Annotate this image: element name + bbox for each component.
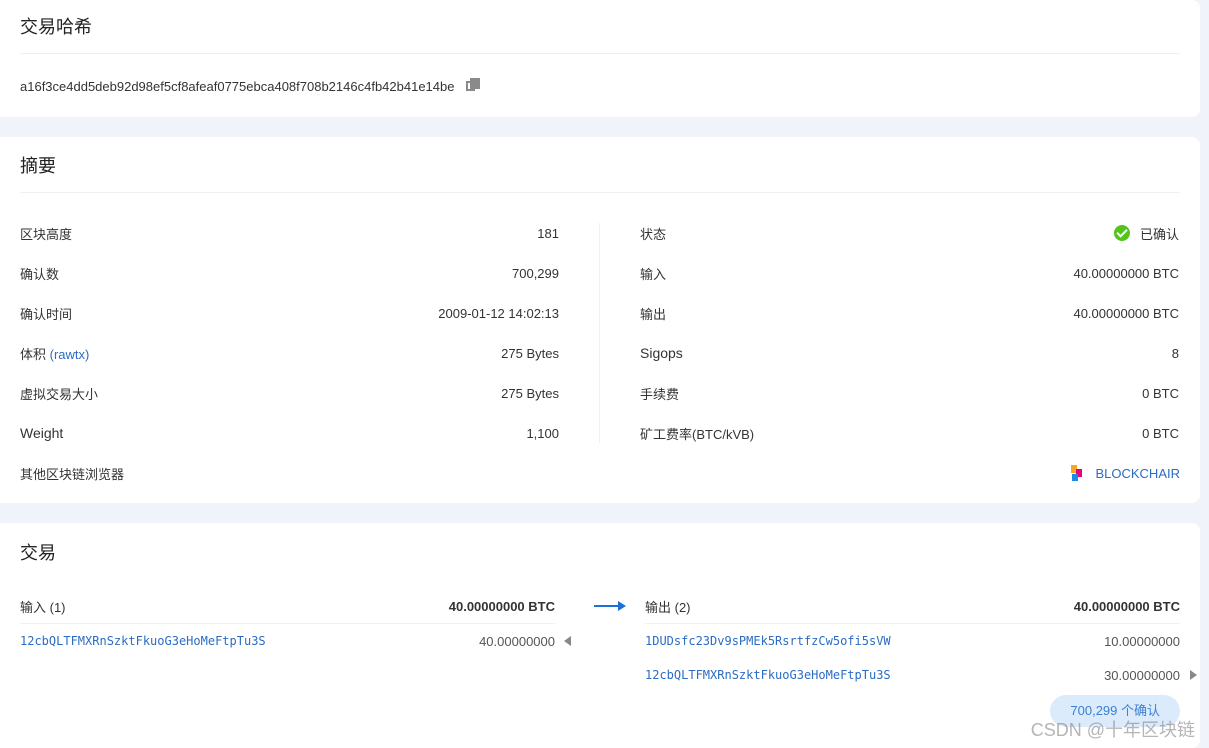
size-label: 体积 (rawtx): [20, 344, 89, 363]
block-height-row: 区块高度 181: [20, 213, 559, 253]
fee-rate-row: 矿工费率(BTC/kVB) 0 BTC: [640, 413, 1179, 453]
other-explorers-row: 其他区块链浏览器 BLOCKCHAIR: [20, 453, 1180, 493]
summary-title: 摘要: [20, 137, 1180, 193]
sigops-label: Sigops: [640, 345, 683, 361]
outputs-label: 输出 (2): [645, 599, 691, 615]
confirmations-label: 确认数: [20, 266, 60, 282]
fee-rate-value: 0 BTC: [1142, 425, 1179, 441]
confirm-time-label: 确认时间: [20, 306, 73, 322]
summary-right-column: 状态 已确认 输入 40.00000000 BTC 输出 40.00000000…: [640, 213, 1179, 453]
rawtx-link[interactable]: (rawtx): [50, 347, 90, 362]
blockchair-label: BLOCKCHAIR: [1095, 465, 1180, 481]
status-text: 已确认: [1139, 226, 1179, 242]
fee-value: 0 BTC: [1142, 385, 1179, 401]
input-row: 12cbQLTFMXRnSzktFkuoG3eHoMeFtpTu3S 40.00…: [20, 624, 571, 658]
summary-card: 摘要 区块高度 181 确认数 700,299 确认时间 2009-01-12 …: [0, 137, 1200, 503]
size-value: 275 Bytes: [501, 345, 559, 361]
vsize-label: 虚拟交易大小: [20, 386, 99, 402]
weight-row: Weight 1,100: [20, 413, 559, 453]
output-amount: 30.00000000: [1104, 667, 1180, 683]
output-amount: 10.00000000: [1104, 633, 1180, 649]
check-circle-icon: [1113, 225, 1130, 241]
vsize-row: 虚拟交易大小 275 Bytes: [20, 373, 559, 413]
triangle-right-icon[interactable]: [1190, 670, 1197, 680]
arrow-right-icon: [594, 601, 626, 611]
vsize-value: 275 Bytes: [501, 385, 559, 401]
weight-label: Weight: [20, 425, 64, 441]
outputs-header: 输出 (2) 40.00000000 BTC: [645, 589, 1180, 624]
copy-icon[interactable]: [466, 78, 482, 94]
blockchair-logo-icon: [1071, 465, 1083, 481]
confirmations-value: 700,299: [512, 265, 559, 281]
summary-left-column: 区块高度 181 确认数 700,299 确认时间 2009-01-12 14:…: [20, 213, 559, 453]
transaction-title: 交易: [20, 543, 56, 563]
confirmations-row: 确认数 700,299: [20, 253, 559, 293]
transaction-hash-card: 交易哈希 a16f3ce4dd5deb92d98ef5cf8afeaf0775e…: [0, 0, 1200, 117]
weight-value: 1,100: [526, 425, 559, 441]
triangle-left-icon[interactable]: [564, 636, 571, 646]
sigops-value: 8: [1171, 345, 1179, 361]
input-address-link[interactable]: 12cbQLTFMXRnSzktFkuoG3eHoMeFtpTu3S: [20, 634, 266, 648]
output-total-row: 输出 40.00000000 BTC: [640, 293, 1179, 333]
input-total-label: 输入: [640, 266, 667, 282]
hash-row: a16f3ce4dd5deb92d98ef5cf8afeaf0775ebca40…: [20, 78, 1180, 94]
outputs-total: 40.00000000 BTC: [1073, 598, 1180, 614]
status-label: 状态: [640, 226, 667, 242]
transaction-card: 交易 输入 (1) 40.00000000 BTC 12cbQLTFMXRnSz…: [0, 523, 1200, 748]
inputs-header: 输入 (1) 40.00000000 BTC: [20, 589, 555, 624]
fee-label: 手续费: [640, 386, 680, 402]
status-row: 状态 已确认: [640, 213, 1179, 253]
output-address-link[interactable]: 12cbQLTFMXRnSzktFkuoG3eHoMeFtpTu3S: [645, 668, 891, 682]
transaction-hash-value: a16f3ce4dd5deb92d98ef5cf8afeaf0775ebca40…: [20, 78, 455, 94]
size-row: 体积 (rawtx) 275 Bytes: [20, 333, 559, 373]
fee-rate-label: 矿工费率(BTC/kVB): [640, 426, 755, 442]
output-address-link[interactable]: 1DUDsfc23Dv9sPMEk5RsrtfzCw5ofi5sVW: [645, 634, 891, 648]
confirm-time-row: 确认时间 2009-01-12 14:02:13: [20, 293, 559, 333]
fee-row: 手续费 0 BTC: [640, 373, 1179, 413]
hash-section-title: 交易哈希: [20, 0, 1180, 54]
other-explorers-label: 其他区块链浏览器: [20, 466, 125, 482]
status-value: 已确认: [1113, 224, 1179, 243]
confirm-time-value: 2009-01-12 14:02:13: [438, 305, 559, 321]
sigops-row: Sigops 8: [640, 333, 1179, 373]
block-height-link[interactable]: 181: [537, 226, 559, 241]
inputs-panel: 输入 (1) 40.00000000 BTC 12cbQLTFMXRnSzktF…: [20, 589, 571, 658]
outputs-panel: 输出 (2) 40.00000000 BTC 1DUDsfc23Dv9sPMEk…: [645, 589, 1197, 692]
inputs-label: 输入 (1): [20, 599, 66, 615]
input-total-value: 40.00000000 BTC: [1073, 265, 1179, 281]
input-amount: 40.00000000: [479, 633, 555, 649]
column-divider: [599, 223, 600, 443]
output-total-label: 输出: [640, 306, 667, 322]
inputs-total: 40.00000000 BTC: [448, 598, 555, 614]
output-total-value: 40.00000000 BTC: [1073, 305, 1179, 321]
output-row: 12cbQLTFMXRnSzktFkuoG3eHoMeFtpTu3S 30.00…: [645, 658, 1197, 692]
block-height-label: 区块高度: [20, 226, 73, 242]
output-row: 1DUDsfc23Dv9sPMEk5RsrtfzCw5ofi5sVW 10.00…: [645, 624, 1180, 658]
watermark: CSDN @十年区块链: [1030, 720, 1195, 740]
blockchair-link[interactable]: BLOCKCHAIR: [1071, 465, 1180, 481]
size-label-text: 体积: [20, 346, 47, 362]
input-total-row: 输入 40.00000000 BTC: [640, 253, 1179, 293]
